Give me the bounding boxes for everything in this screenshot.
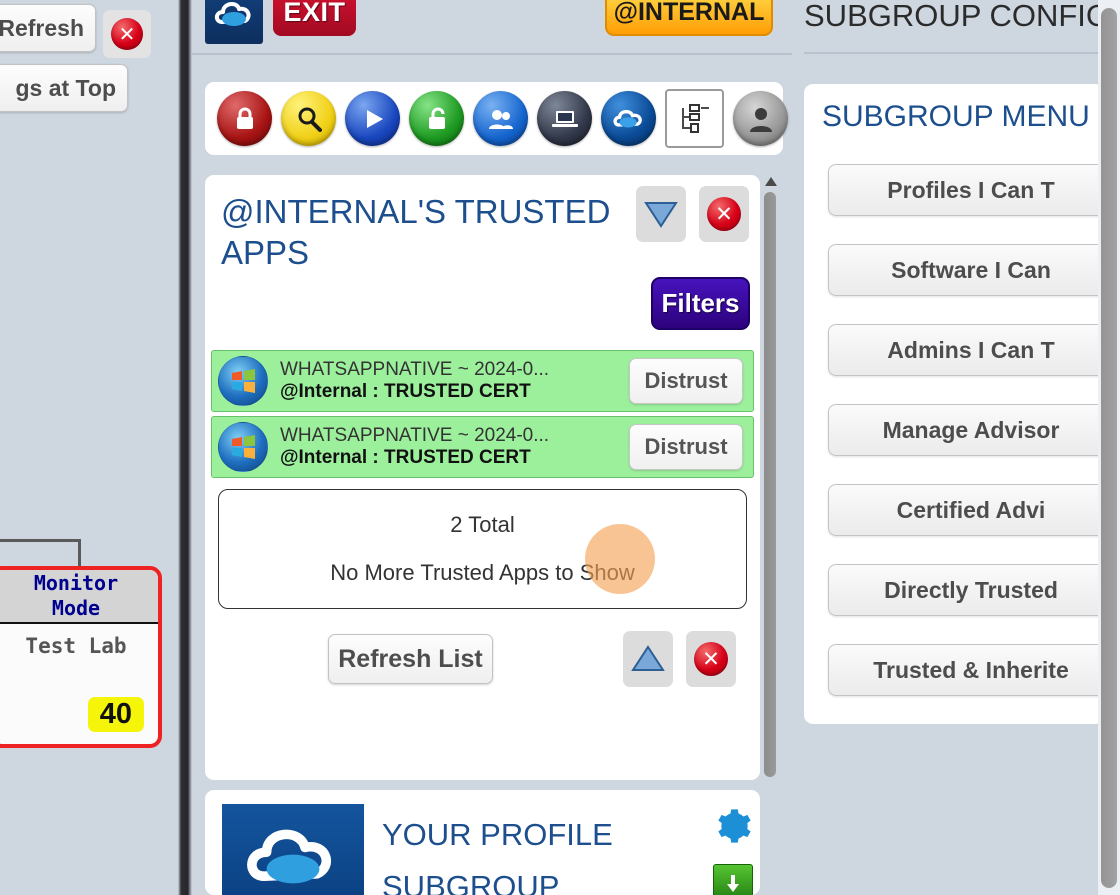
windows-orb-icon	[218, 422, 268, 472]
exit-button[interactable]: EXIT	[273, 0, 356, 36]
subgroup-menu-card: SUBGROUP MENU Profiles I Can T Software …	[804, 84, 1098, 724]
totals-box: 2 Total No More Trusted Apps to Show	[218, 489, 747, 609]
right-panel: SUBGROUP CONFIG SUBGROUP MENU Profiles I…	[792, 0, 1098, 895]
app-name: WHATSAPPNATIVE ~ 2024-0...	[280, 425, 550, 446]
subgroup-menu-title: SUBGROUP MENU	[822, 100, 1090, 133]
monitor-mode-title-line1: Monitor	[33, 571, 119, 595]
download-arrow-icon	[727, 875, 739, 892]
refresh-list-button[interactable]: Refresh List	[328, 634, 493, 684]
scroll-up-arrow-icon[interactable]	[765, 177, 777, 186]
sidebar-item-directly-trusted[interactable]: Directly Trusted	[828, 564, 1098, 616]
sidebar-item-certified-advisor[interactable]: Certified Advi	[828, 484, 1098, 536]
filters-button[interactable]: Filters	[651, 277, 750, 330]
distrust-button[interactable]: Distrust	[629, 358, 743, 404]
gear-button[interactable]	[712, 806, 752, 851]
left-panel: Refresh gs at Top ✕ Monitor Mode Test La…	[0, 0, 178, 895]
monitor-mode-title: Monitor Mode	[0, 570, 158, 624]
apps-list-scrollbar[interactable]	[763, 175, 777, 780]
exit-label: EXIT	[283, 0, 346, 27]
gear-icon	[718, 809, 751, 843]
green-unlock-icon[interactable]	[409, 91, 464, 146]
sidebar-item-label: Software I Can	[891, 256, 1051, 283]
profile-line-1: YOUR PROFILE	[382, 817, 613, 852]
x-circle-icon: ✕	[707, 197, 741, 231]
monitor-mode-subtitle: Test Lab	[25, 634, 127, 658]
sidebar-item-label: Profiles I Can T	[887, 176, 1055, 203]
left-refresh-button[interactable]: Refresh	[0, 4, 96, 52]
download-button[interactable]	[713, 864, 753, 895]
subgroup-menu-list: Profiles I Can T Software I Can Admins I…	[828, 164, 1098, 724]
app-row-text: WHATSAPPNATIVE ~ 2024-0... @Internal : T…	[280, 359, 629, 403]
red-lock-icon[interactable]	[217, 91, 272, 146]
table-row[interactable]: WHATSAPPNATIVE ~ 2024-0... @Internal : T…	[211, 350, 754, 412]
distrust-label: Distrust	[644, 434, 728, 459]
center-column: EXIT @INTERNAL @INTERNAL'S TRUSTED APPS …	[192, 0, 792, 895]
no-more-message: No More Trusted Apps to Show	[330, 560, 635, 585]
panel-divider	[178, 0, 192, 895]
tree-structure-icon[interactable]	[665, 89, 724, 148]
sidebar-item-admins-i-can[interactable]: Admins I Can T	[828, 324, 1098, 376]
app-meta: @Internal : TRUSTED CERT	[280, 447, 531, 468]
left-close-button[interactable]: ✕	[103, 10, 151, 58]
distrust-button[interactable]: Distrust	[629, 424, 743, 470]
subgroup-config-heading: SUBGROUP CONFIG	[804, 0, 1098, 33]
triangle-up-icon	[631, 645, 665, 671]
chevron-down-icon	[644, 202, 678, 228]
filters-label: Filters	[661, 288, 740, 318]
internal-badge[interactable]: @INTERNAL	[605, 0, 773, 36]
sidebar-item-label: Admins I Can T	[887, 336, 1055, 363]
sidebar-item-manage-advisor[interactable]: Manage Advisor	[828, 404, 1098, 456]
sidebar-item-label: Certified Advi	[896, 496, 1046, 523]
total-count: 2 Total	[450, 512, 515, 537]
left-new-at-top-label: gs at Top	[15, 74, 116, 101]
apps-list-scroll-thumb[interactable]	[764, 192, 776, 777]
windows-orb-icon	[218, 356, 268, 406]
heading-divider	[804, 52, 1098, 54]
scroll-up-button[interactable]	[623, 631, 673, 687]
icon-toolbar	[205, 82, 788, 155]
laptop-icon[interactable]	[537, 91, 592, 146]
internal-badge-label: @INTERNAL	[613, 0, 765, 26]
refresh-list-label: Refresh List	[338, 644, 483, 673]
sidebar-item-label: Directly Trusted	[884, 576, 1058, 603]
app-row-text: WHATSAPPNATIVE ~ 2024-0... @Internal : T…	[280, 425, 629, 469]
monitor-mode-title-line2: Mode	[51, 596, 101, 620]
trusted-apps-card: @INTERNAL'S TRUSTED APPS ✕ Filters WHATS…	[205, 175, 760, 780]
trusted-apps-footer: Refresh List ✕	[205, 609, 760, 709]
x-circle-icon: ✕	[111, 18, 143, 50]
sidebar-item-label: Trusted & Inherite	[873, 656, 1069, 683]
app-name: WHATSAPPNATIVE ~ 2024-0...	[280, 359, 550, 380]
x-circle-icon: ✕	[694, 642, 728, 676]
monitor-mode-count: 40	[87, 697, 144, 732]
chevron-down-button[interactable]	[636, 186, 686, 242]
app-meta: @Internal : TRUSTED CERT	[280, 381, 531, 402]
search-icon[interactable]	[281, 91, 336, 146]
profile-card[interactable]: YOUR PROFILE SUBGROUP	[205, 790, 760, 895]
sidebar-item-software-i-can[interactable]: Software I Can	[828, 244, 1098, 296]
play-icon[interactable]	[345, 91, 400, 146]
monitor-mode-box: Monitor Mode Test Lab 40	[0, 566, 162, 748]
trusted-apps-title: @INTERNAL'S TRUSTED APPS	[221, 193, 611, 271]
cloud-profile-icon	[222, 804, 364, 895]
page-scrollbar[interactable]	[1098, 0, 1120, 895]
users-icon[interactable]	[473, 91, 528, 146]
table-row[interactable]: WHATSAPPNATIVE ~ 2024-0... @Internal : T…	[211, 416, 754, 478]
page-scroll-thumb[interactable]	[1101, 8, 1117, 888]
avatar-icon[interactable]	[733, 91, 788, 146]
trusted-apps-close-button[interactable]: ✕	[699, 186, 749, 242]
left-refresh-label: Refresh	[0, 14, 84, 41]
sidebar-item-trusted-inherited[interactable]: Trusted & Inherite	[828, 644, 1098, 696]
top-bar: EXIT @INTERNAL	[192, 0, 792, 55]
profile-line-2: SUBGROUP	[382, 869, 560, 895]
cloud-icon[interactable]	[601, 91, 656, 146]
distrust-label: Distrust	[644, 368, 728, 393]
trusted-apps-footer-close-button[interactable]: ✕	[686, 631, 736, 687]
cloud-logo-icon[interactable]	[205, 0, 263, 44]
trusted-apps-header: @INTERNAL'S TRUSTED APPS ✕ Filters	[205, 175, 760, 350]
sidebar-item-label: Manage Advisor	[882, 416, 1060, 443]
left-new-at-top-button[interactable]: gs at Top	[0, 64, 128, 112]
sidebar-item-profiles-i-can[interactable]: Profiles I Can T	[828, 164, 1098, 216]
